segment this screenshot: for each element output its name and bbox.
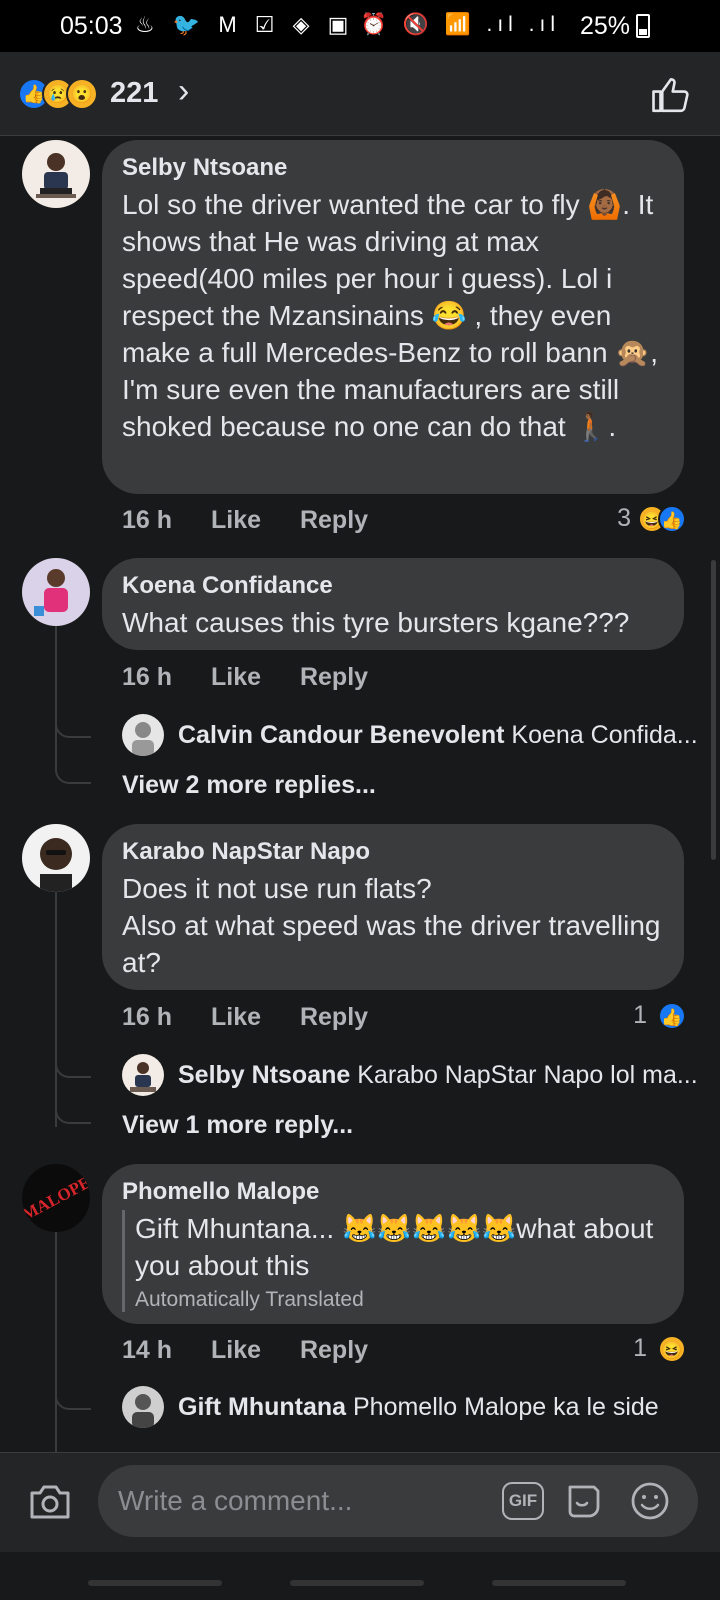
like-reaction-icon: 👍 — [658, 505, 686, 534]
comment-author[interactable]: Koena Confidance — [122, 572, 664, 600]
nav-home[interactable] — [290, 1580, 424, 1586]
thread-line — [55, 1232, 57, 1452]
reply-avatar — [122, 1386, 164, 1428]
reply-text: Karabo NapStar Napo lol ma... — [357, 1061, 698, 1089]
comment-time[interactable]: 16 h — [122, 1003, 172, 1032]
reaction-number: 1 — [633, 1334, 648, 1362]
avatar[interactable] — [22, 140, 90, 208]
comment-author[interactable]: Selby Ntsoane — [122, 154, 664, 182]
reaction-number: 3 — [617, 504, 632, 532]
thread-line — [55, 626, 57, 761]
thread-line — [55, 892, 57, 1127]
emoji-icon[interactable] — [630, 1481, 670, 1521]
view-more-replies-link[interactable]: View 2 more replies... — [122, 771, 376, 800]
reply-author: Calvin Candour Benevolent — [178, 721, 505, 749]
nav-recents[interactable] — [88, 1580, 222, 1586]
reply-connector — [55, 714, 91, 738]
reply-text: Koena Confida... — [511, 721, 698, 749]
comment-time[interactable]: 16 h — [122, 506, 172, 535]
comment-reactions[interactable]: 1 😆 — [633, 1334, 686, 1364]
system-nav-bar — [0, 1552, 720, 1600]
reply-connector — [55, 1386, 91, 1410]
reactions-header: 👍 😢 😮 221 › — [0, 52, 720, 136]
battery-percent: 25% — [579, 12, 630, 40]
comment-input-wrap: GIF — [98, 1465, 698, 1537]
reply-button[interactable]: Reply — [300, 1336, 368, 1365]
reply-avatar — [122, 1054, 164, 1096]
gif-button[interactable]: GIF — [502, 1482, 544, 1520]
translated-block: Gift Mhuntana... 😹😹😹😹😹what about you abo… — [122, 1210, 664, 1312]
reply-avatar — [122, 714, 164, 756]
comment-actions: 14 h Like Reply — [122, 1336, 400, 1365]
comment-actions: 16 h Like Reply — [122, 663, 400, 692]
comment-text: Does it not use run flats? Also at what … — [122, 873, 661, 978]
reply-connector — [55, 760, 91, 784]
reaction-count[interactable]: 221 — [110, 77, 158, 110]
like-button[interactable]: Like — [211, 1336, 261, 1365]
avatar[interactable]: MALOPE — [22, 1164, 90, 1232]
avatar[interactable] — [22, 824, 90, 892]
avatar[interactable] — [22, 558, 90, 626]
status-bar: 05:03 ♨ 🐦 M ☑ ◈ ▣ ⏰ 🔇 📶 .ıl .ıl 25% — [0, 0, 720, 52]
comment-actions: 16 h Like Reply — [122, 1003, 400, 1032]
reaction-number: 1 — [633, 1001, 648, 1029]
comment-text: Gift Mhuntana... 😹😹😹😹😹what about you abo… — [135, 1213, 662, 1281]
like-button[interactable]: Like — [211, 1003, 261, 1032]
comment-bubble[interactable]: Selby Ntsoane Lol so the driver wanted t… — [102, 140, 684, 494]
comment-author[interactable]: Phomello Malope — [122, 1178, 664, 1206]
like-button[interactable]: Like — [211, 506, 261, 535]
comment-bubble[interactable]: Karabo NapStar Napo Does it not use run … — [102, 824, 684, 990]
comment-text: Lol so the driver wanted the car to fly … — [122, 189, 666, 442]
reply-author: Gift Mhuntana — [178, 1393, 347, 1421]
reply-button[interactable]: Reply — [300, 1003, 368, 1032]
battery-icon — [636, 14, 650, 38]
like-post-button[interactable] — [650, 74, 692, 116]
chevron-right-icon[interactable]: › — [178, 72, 189, 111]
comment-reactions[interactable]: 3 😆👍 — [617, 504, 686, 534]
comment-composer: GIF — [0, 1452, 720, 1552]
reply-text: Phomello Malope ka le side — [352, 1393, 659, 1421]
reply-author: Selby Ntsoane — [178, 1061, 351, 1089]
like-button[interactable]: Like — [211, 663, 261, 692]
comment-input[interactable] — [118, 1481, 478, 1521]
comment-actions: 16 h Like Reply — [122, 506, 400, 535]
view-more-replies-link[interactable]: View 1 more reply... — [122, 1111, 353, 1140]
notification-icons: ♨ 🐦 M ☑ ◈ ▣ — [135, 12, 355, 37]
reply-connector — [55, 1054, 91, 1078]
camera-icon[interactable] — [28, 1483, 72, 1521]
comment-bubble[interactable]: Phomello Malope Gift Mhuntana... 😹😹😹😹😹wh… — [102, 1164, 684, 1324]
comment-time[interactable]: 14 h — [122, 1336, 172, 1365]
auto-translated-label[interactable]: Automatically Translated — [135, 1288, 664, 1312]
comment-reactions[interactable]: 1 👍 — [633, 1001, 686, 1031]
reply-button[interactable]: Reply — [300, 663, 368, 692]
avatar-logo-text: MALOPE — [22, 1173, 90, 1225]
reply-button[interactable]: Reply — [300, 506, 368, 535]
nav-back[interactable] — [492, 1580, 626, 1586]
laugh-reaction-icon: 😆 — [658, 1335, 686, 1364]
scrollbar[interactable] — [711, 560, 716, 860]
comment-author[interactable]: Karabo NapStar Napo — [122, 838, 664, 866]
comment-bubble[interactable]: Koena Confidance What causes this tyre b… — [102, 558, 684, 650]
sticker-icon[interactable] — [564, 1481, 604, 1521]
clock: 05:03 — [60, 12, 123, 40]
comment-text: What causes this tyre bursters kgane??? — [122, 607, 630, 638]
system-icons: ⏰ 🔇 📶 .ıl .ıl — [360, 13, 560, 36]
wow-reaction-icon: 😮 — [66, 78, 98, 110]
comment-time[interactable]: 16 h — [122, 663, 172, 692]
like-reaction-icon: 👍 — [658, 1002, 686, 1031]
reply-connector — [55, 1100, 91, 1124]
